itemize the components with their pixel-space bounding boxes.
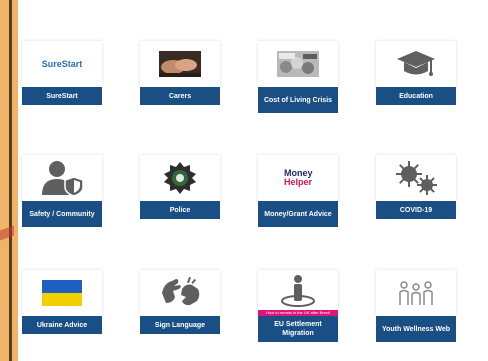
brexit-banner: How to remain in the UK after Brexit: [258, 310, 338, 316]
graduation-cap-icon: [376, 41, 456, 87]
tile-safety-community[interactable]: Safety / Community: [22, 155, 102, 227]
left-decorative-band: [0, 0, 18, 361]
tile-label: Ukraine Advice: [22, 316, 102, 334]
tile-label: Education: [376, 87, 456, 105]
tile-label: Police: [140, 201, 220, 219]
tile-label: EU Settlement Migration: [258, 316, 338, 342]
surestart-logo: SureStart: [22, 41, 102, 87]
hands-photo-icon: [140, 41, 220, 87]
tile-label: Carers: [140, 87, 220, 105]
tile-label: SureStart: [22, 87, 102, 105]
tile-youth-wellness[interactable]: Youth Wellness Web: [376, 270, 456, 342]
tile-label: Safety / Community: [22, 201, 102, 227]
tile-police[interactable]: Police: [140, 155, 220, 219]
left-frame-line: [9, 0, 12, 361]
moneyhelper-logo: Money Helper: [258, 155, 338, 201]
tile-label: Money/Grant Advice: [258, 201, 338, 227]
sign-language-icon: [140, 270, 220, 316]
tile-surestart[interactable]: SureStart SureStart: [22, 41, 102, 105]
youth-group-icon: [376, 270, 456, 316]
tile-covid[interactable]: COVID-19: [376, 155, 456, 219]
tile-money-grant[interactable]: Money Helper Money/Grant Advice: [258, 155, 338, 227]
virus-icon: [376, 155, 456, 201]
ukraine-flag-icon: [22, 270, 102, 316]
tile-eu-settlement[interactable]: How to remain in the UK after Brexit EU …: [258, 270, 338, 342]
moneyhelper-logo-text-2: Helper: [284, 177, 313, 187]
tile-label: Cost of Living Crisis: [258, 87, 338, 113]
tile-carers[interactable]: Carers: [140, 41, 220, 105]
user-shield-icon: [22, 155, 102, 201]
police-badge-icon: [140, 155, 220, 201]
tile-cost-of-living[interactable]: Cost of Living Crisis: [258, 41, 338, 113]
tile-label: Sign Language: [140, 316, 220, 334]
tile-sign-language[interactable]: Sign Language: [140, 270, 220, 334]
tile-ukraine[interactable]: Ukraine Advice: [22, 270, 102, 334]
surestart-logo-text: SureStart: [41, 59, 83, 69]
tile-label: COVID-19: [376, 201, 456, 219]
person-location-icon: [258, 270, 338, 310]
top-strip: [18, 0, 488, 26]
coins-photo-icon: [258, 41, 338, 87]
services-panel: SureStart SureStart Carers Cost of Livin…: [18, 26, 488, 361]
tile-education[interactable]: Education: [376, 41, 456, 105]
tile-label: Youth Wellness Web: [376, 316, 456, 342]
